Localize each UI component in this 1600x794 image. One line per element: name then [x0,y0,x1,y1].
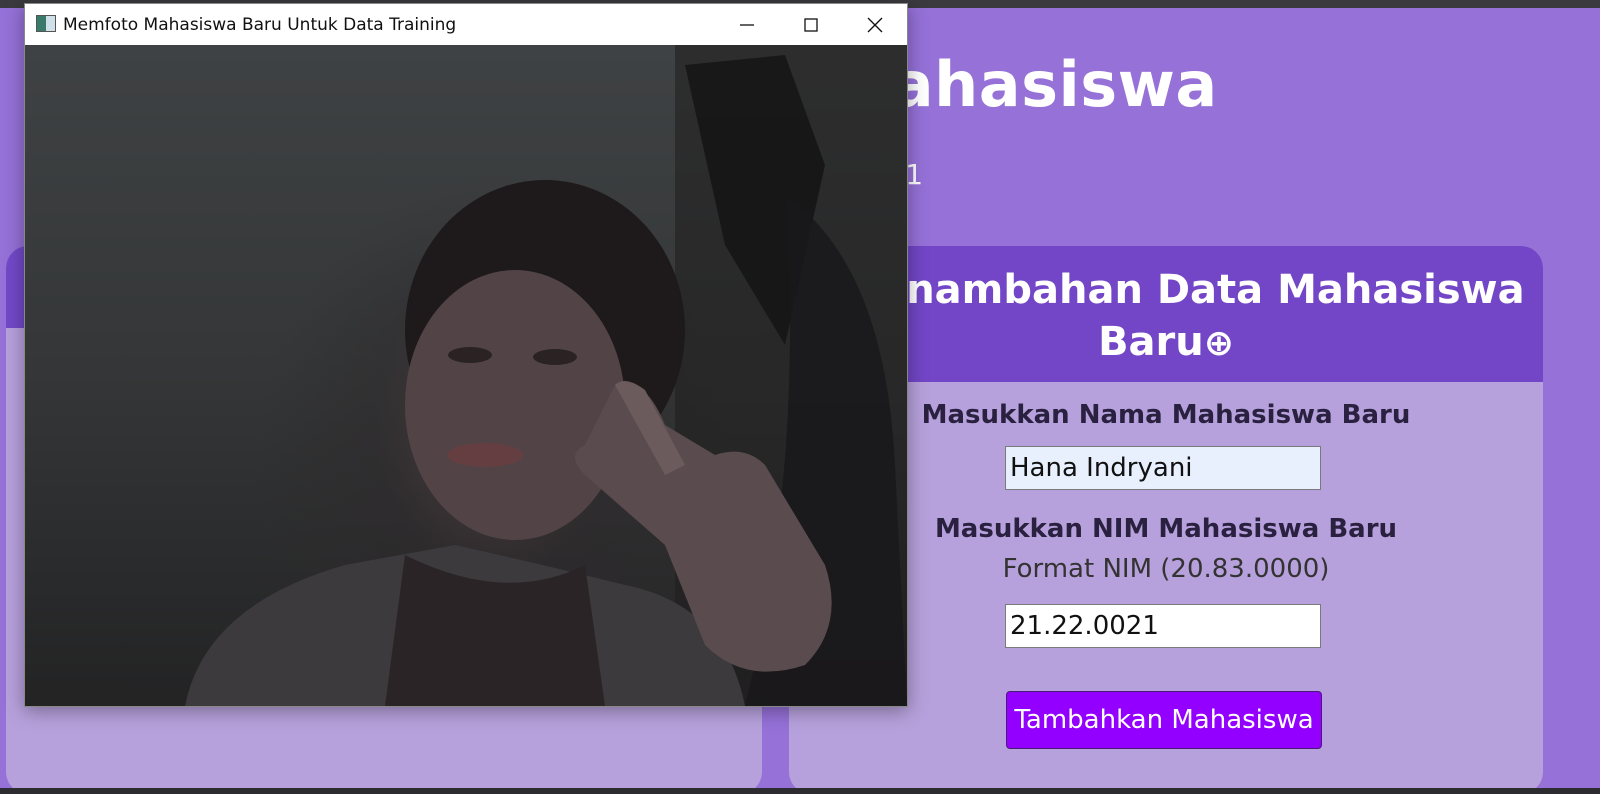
maximize-button[interactable] [779,4,843,45]
camera-window-title: Memfoto Mahasiswa Baru Untuk Data Traini… [63,15,457,35]
minimize-button[interactable] [715,4,779,45]
camera-window[interactable]: Memfoto Mahasiswa Baru Untuk Data Traini… [24,3,908,707]
minimize-icon [740,24,754,26]
camera-window-titlebar[interactable]: Memfoto Mahasiswa Baru Untuk Data Traini… [25,4,907,45]
maximize-icon [804,18,818,32]
page-title: lahasiswa [870,48,1218,121]
close-button[interactable] [843,4,907,45]
add-student-button[interactable]: Tambahkan Mahasiswa [1006,691,1322,749]
nim-input[interactable] [1005,604,1321,648]
webcam-frame-image [185,45,907,706]
card-title-text: n Penambahan Data Mahasiswa Baru [807,267,1525,365]
camera-feed [25,45,907,706]
close-icon [867,17,883,33]
nama-input[interactable] [1005,446,1321,490]
bottom-edge-bar [0,788,1600,794]
add-circle-icon: ⊕ [1203,323,1234,364]
camera-app-icon [36,15,56,32]
